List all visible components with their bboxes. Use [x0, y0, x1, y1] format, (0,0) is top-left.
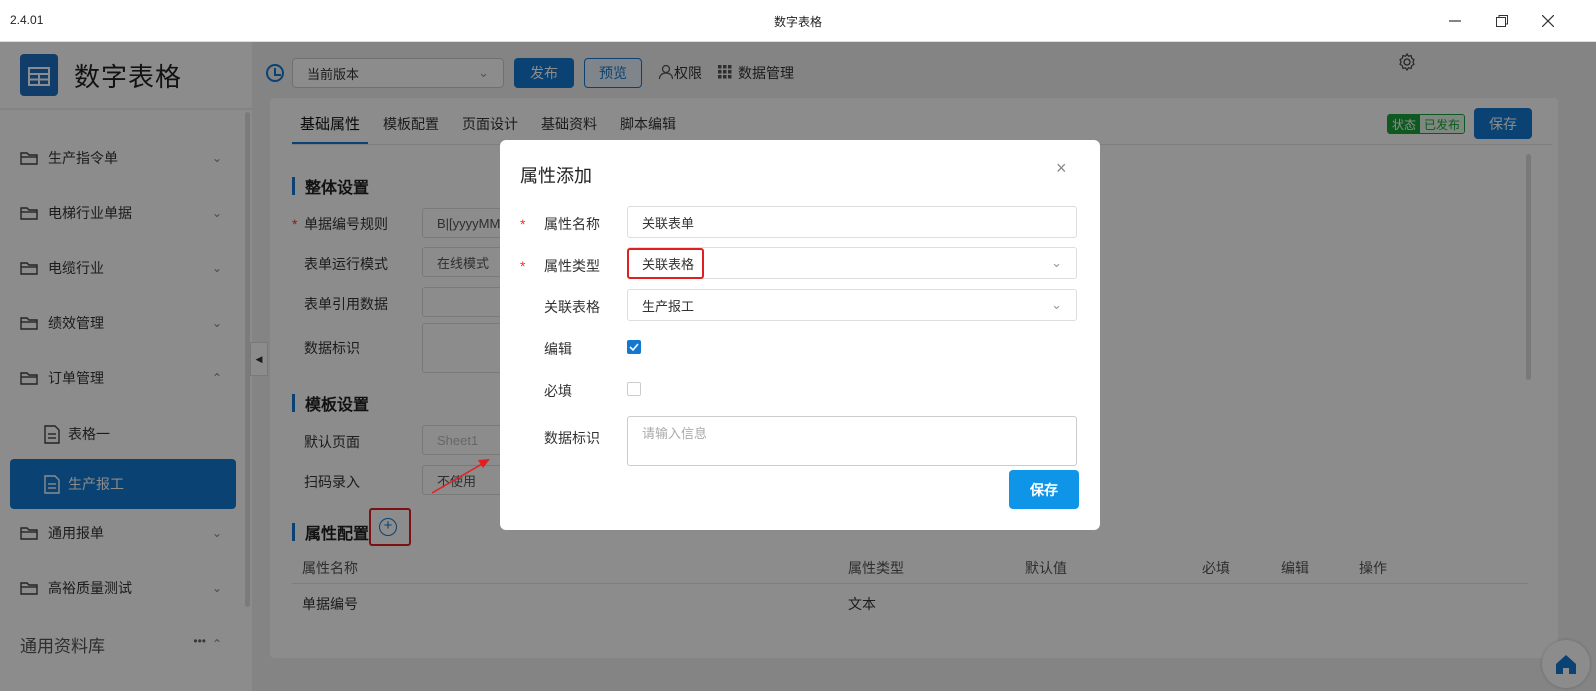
related-table-select[interactable]: 生产报工 ⌄ [627, 289, 1077, 321]
field-label: 必填 [544, 383, 572, 399]
required-marker: * [520, 216, 526, 232]
field-label: 属性名称 [544, 216, 600, 232]
attribute-add-dialog: 属性添加 × * 属性名称 关联表单 * 属性类型 关联表格 ⌄ 关联表格 生产报工 ⌄… [500, 140, 1100, 530]
field-label: 关联表格 [544, 299, 600, 315]
edit-checkbox[interactable] [627, 340, 641, 354]
highlight-box [627, 248, 704, 279]
attr-name-value: 关联表单 [642, 215, 695, 231]
data-flag-textarea[interactable]: 请输入信息 [627, 416, 1077, 466]
row-edit: 编辑 [520, 339, 626, 359]
field-label: 数据标识 [544, 430, 600, 446]
dialog-save-button[interactable]: 保存 [1009, 470, 1079, 509]
close-icon[interactable]: × [1056, 158, 1067, 179]
chevron-down-icon: ⌄ [1051, 255, 1062, 270]
field-label: 属性类型 [544, 258, 600, 274]
required-marker: * [520, 258, 526, 274]
row-data-flag: 数据标识 [520, 428, 626, 448]
chevron-down-icon: ⌄ [1051, 297, 1062, 312]
required-checkbox[interactable] [627, 382, 641, 396]
row-attr-type: * 属性类型 [520, 256, 626, 276]
minimize-icon[interactable] [1440, 8, 1470, 34]
field-label: 编辑 [544, 341, 572, 357]
row-related-table: 关联表格 [520, 297, 626, 317]
row-required: 必填 [520, 381, 626, 401]
restore-icon[interactable] [1487, 8, 1517, 34]
close-window-icon[interactable] [1533, 8, 1563, 34]
attr-name-input[interactable]: 关联表单 [627, 206, 1077, 238]
row-attr-name: * 属性名称 [520, 214, 626, 234]
window-title: 数字表格 [773, 15, 822, 29]
app-window: 2.4.01 数字表格 数字表格 生产指令单 ⌄ 电梯行业单据 ⌄ 电缆行业 ⌄… [0, 0, 1596, 691]
dialog-title: 属性添加 [520, 166, 592, 186]
related-table-value: 生产报工 [642, 298, 695, 314]
title-bar: 2.4.01 数字表格 [0, 0, 1596, 42]
